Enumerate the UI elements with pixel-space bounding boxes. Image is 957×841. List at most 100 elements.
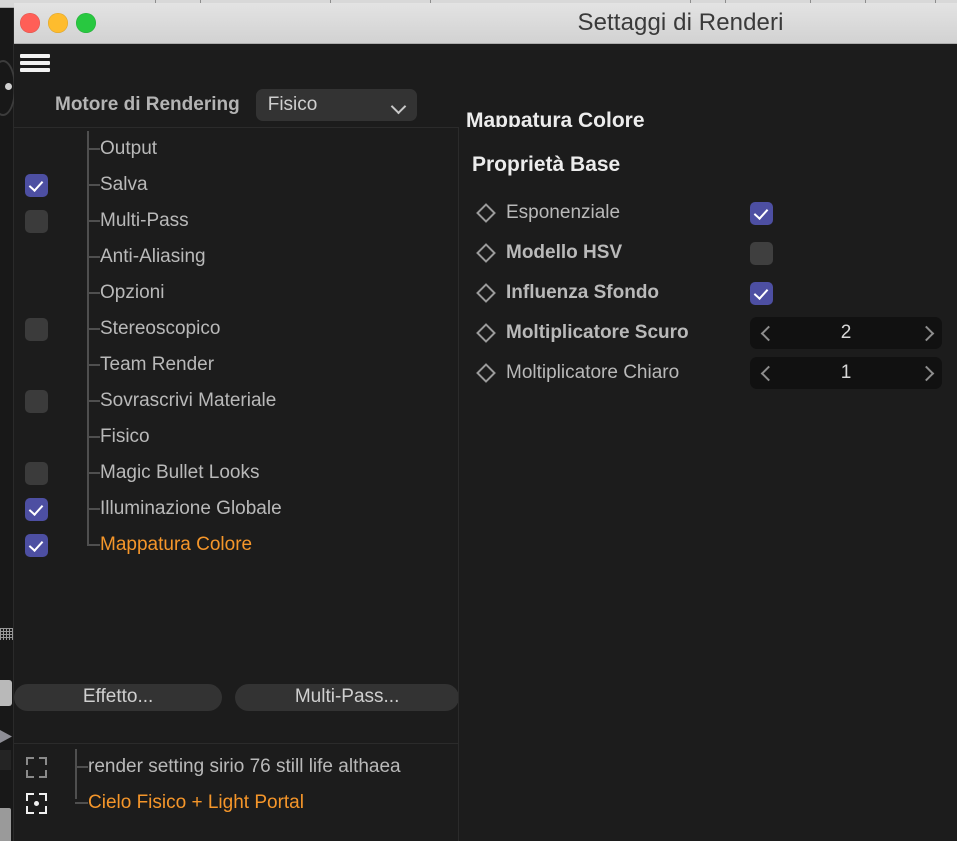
- property-row: Moltiplicatore Chiaro 1: [466, 353, 957, 393]
- hamburger-menu-icon[interactable]: [20, 52, 50, 74]
- tree-branch-connector: [87, 400, 100, 402]
- checkbox-checked-icon[interactable]: [25, 498, 48, 521]
- tree-item-label: Multi-Pass: [100, 210, 189, 232]
- tree-item-label: Magic Bullet Looks: [100, 462, 259, 484]
- diamond-keyframe-icon[interactable]: [476, 323, 496, 343]
- background-resize-grip: [0, 628, 13, 640]
- window-body: Output Salva Multi-Pass Anti-Aliasing Opzion…: [14, 127, 957, 841]
- render-engine-label: Motore di Rendering: [55, 94, 240, 116]
- bottom-button-row: Effetto... Multi-Pass...: [14, 677, 459, 717]
- tree-item-checkbox-slot: [14, 462, 58, 485]
- tree-item-fisico[interactable]: Fisico: [14, 419, 458, 455]
- checkbox-checked-icon[interactable]: [750, 282, 773, 305]
- tree-item-label: Opzioni: [100, 282, 164, 304]
- diamond-keyframe-icon[interactable]: [476, 243, 496, 263]
- tree-item-checkbox-slot: [14, 174, 58, 197]
- property-row: Moltiplicatore Scuro2: [466, 313, 957, 353]
- tree-item-anti-aliasing[interactable]: Anti-Aliasing: [14, 239, 458, 275]
- background-panel-edge: [0, 750, 11, 770]
- tree-item-multi-pass[interactable]: Multi-Pass: [14, 203, 458, 239]
- chevron-right-icon[interactable]: [922, 366, 931, 380]
- stepper-value[interactable]: 2: [770, 322, 922, 344]
- checkbox-unchecked-icon[interactable]: [25, 462, 48, 485]
- window-title: Settaggi di Renderi: [14, 9, 957, 37]
- render-preset-icon[interactable]: [26, 793, 47, 814]
- render-settings-window: Settaggi di Renderi Motore di Rendering …: [14, 3, 957, 841]
- background-window-left-sliver: [0, 8, 14, 841]
- render-preset-icon[interactable]: [26, 757, 47, 778]
- tree-item-sovrascrivi-materiale[interactable]: Sovrascrivi Materiale: [14, 383, 458, 419]
- preset-branch-connector: [75, 766, 88, 768]
- checkbox-unchecked-icon[interactable]: [25, 390, 48, 413]
- preset-item-label: Cielo Fisico + Light Portal: [88, 792, 304, 814]
- tree-branch-connector: [87, 220, 100, 222]
- property-animation-slot: [466, 246, 506, 260]
- tree-item-label: Team Render: [100, 354, 214, 376]
- property-label: Modello HSV: [506, 242, 745, 264]
- numeric-stepper-field[interactable]: 2: [750, 317, 942, 349]
- tree-branch-connector: [87, 148, 100, 150]
- diamond-keyframe-icon[interactable]: [476, 283, 496, 303]
- tree-item-output[interactable]: Output: [14, 131, 458, 167]
- tree-item-checkbox-slot: [14, 534, 58, 557]
- checkbox-checked-icon[interactable]: [25, 174, 48, 197]
- property-animation-slot: [466, 366, 506, 380]
- property-label: Moltiplicatore Chiaro: [506, 362, 745, 384]
- preset-list-item[interactable]: render setting sirio 76 still life altha…: [14, 749, 459, 785]
- property-animation-slot: [466, 286, 506, 300]
- tree-item-magic-bullet-looks[interactable]: Magic Bullet Looks: [14, 455, 458, 491]
- effetto-button[interactable]: Effetto...: [14, 684, 222, 711]
- property-row: Modello HSV: [466, 233, 957, 273]
- tree-item-checkbox-slot: [14, 210, 58, 233]
- tree-item-checkbox-slot: [14, 498, 58, 521]
- chevron-down-icon: [392, 101, 405, 109]
- preset-item-label: render setting sirio 76 still life altha…: [88, 756, 401, 778]
- property-animation-slot: [466, 326, 506, 340]
- tree-item-checkbox-slot: [14, 390, 58, 413]
- render-engine-dropdown[interactable]: Fisico: [256, 89, 417, 121]
- properties-panel: Proprietà Base EsponenzialeModello HSVIn…: [460, 127, 957, 841]
- background-sidebar-chip: [0, 808, 11, 841]
- menu-bar: [14, 44, 957, 82]
- background-scroll-thumb: [0, 680, 12, 706]
- property-animation-slot: [466, 206, 506, 220]
- chevron-left-icon[interactable]: [761, 366, 770, 380]
- screen-root: Settaggi di Renderi Motore di Rendering …: [0, 0, 957, 841]
- tree-item-label: Mappatura Colore: [100, 534, 252, 556]
- tree-item-label: Output: [100, 138, 157, 160]
- background-dot-decoration: [5, 83, 12, 90]
- numeric-stepper-field[interactable]: 1: [750, 357, 942, 389]
- tree-item-label: Sovrascrivi Materiale: [100, 390, 276, 412]
- checkbox-unchecked-icon[interactable]: [750, 242, 773, 265]
- tree-item-label: Fisico: [100, 426, 150, 448]
- tree-branch-connector: [87, 328, 100, 330]
- tree-item-label: Salva: [100, 174, 148, 196]
- tree-item-checkbox-slot: [14, 318, 58, 341]
- preset-icon-slot: [14, 793, 58, 814]
- diamond-keyframe-icon[interactable]: [476, 203, 496, 223]
- checkbox-checked-icon[interactable]: [25, 534, 48, 557]
- render-settings-tree: Output Salva Multi-Pass Anti-Aliasing Opzion…: [14, 128, 458, 688]
- diamond-keyframe-icon[interactable]: [476, 363, 496, 383]
- preset-list-item[interactable]: Cielo Fisico + Light Portal: [14, 785, 459, 821]
- checkbox-checked-icon[interactable]: [750, 202, 773, 225]
- tree-item-salva[interactable]: Salva: [14, 167, 458, 203]
- stepper-value[interactable]: 1: [770, 362, 922, 384]
- tree-branch-connector: [87, 292, 100, 294]
- tree-item-mappatura-colore[interactable]: Mappatura Colore: [14, 527, 458, 563]
- tree-branch-connector: [87, 364, 100, 366]
- tree-item-opzioni[interactable]: Opzioni: [14, 275, 458, 311]
- properties-rows: EsponenzialeModello HSVInfluenza SfondoM…: [466, 193, 957, 393]
- multi-pass-button[interactable]: Multi-Pass...: [235, 684, 459, 711]
- background-arrow-marker: [0, 730, 12, 743]
- checkbox-unchecked-icon[interactable]: [25, 318, 48, 341]
- render-engine-value: Fisico: [268, 94, 392, 116]
- tree-item-stereoscopico[interactable]: Stereoscopico: [14, 311, 458, 347]
- property-label: Esponenziale: [506, 202, 745, 224]
- window-titlebar[interactable]: Settaggi di Renderi: [14, 3, 957, 44]
- checkbox-unchecked-icon[interactable]: [25, 210, 48, 233]
- tree-item-illuminazione-globale[interactable]: Illuminazione Globale: [14, 491, 458, 527]
- chevron-left-icon[interactable]: [761, 326, 770, 340]
- chevron-right-icon[interactable]: [922, 326, 931, 340]
- tree-item-team-render[interactable]: Team Render: [14, 347, 458, 383]
